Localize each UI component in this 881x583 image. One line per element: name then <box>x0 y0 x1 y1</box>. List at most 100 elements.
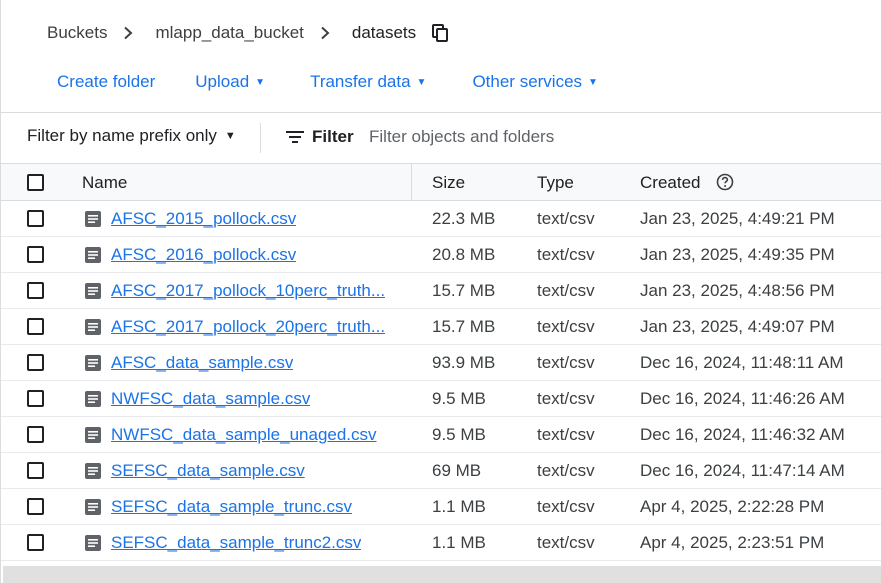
file-name-link[interactable]: AFSC_2017_pollock_10perc_truth... <box>111 281 385 301</box>
row-checkbox[interactable] <box>27 282 44 299</box>
copy-icon[interactable] <box>432 24 449 42</box>
file-size: 1.1 MB <box>432 497 486 516</box>
table-row: AFSC_2015_pollock.csv 22.3 MB text/csv Jan … <box>1 201 881 237</box>
row-checkbox[interactable] <box>27 426 44 443</box>
file-type: text/csv <box>537 317 595 336</box>
file-type: text/csv <box>537 497 595 516</box>
file-type: text/csv <box>537 533 595 552</box>
row-checkbox[interactable] <box>27 534 44 551</box>
create-folder-label: Create folder <box>57 72 156 91</box>
row-checkbox[interactable] <box>27 246 44 263</box>
file-name-link[interactable]: AFSC_2017_pollock_20perc_truth... <box>111 317 385 337</box>
breadcrumb-bucket[interactable]: mlapp_data_bucket <box>155 23 303 43</box>
file-icon <box>84 426 102 444</box>
table-row: NWFSC_data_sample.csv 9.5 MB text/csv Dec 1… <box>1 381 881 417</box>
table-header: Name Size Type Created <box>1 163 881 201</box>
file-type: text/csv <box>537 281 595 300</box>
transfer-data-label: Transfer data <box>310 72 411 91</box>
table-row: AFSC_data_sample.csv 93.9 MB text/csv Dec 1… <box>1 345 881 381</box>
file-size: 93.9 MB <box>432 353 496 372</box>
file-type: text/csv <box>537 245 595 264</box>
filter-bar: Filter by name prefix only ▼ Filter <box>1 113 881 163</box>
file-name-link[interactable]: NWFSC_data_sample.csv <box>111 389 310 409</box>
file-size: 9.5 MB <box>432 425 486 444</box>
file-created: Jan 23, 2025, 4:48:56 PM <box>640 281 835 300</box>
file-size: 20.8 MB <box>432 245 496 264</box>
file-created: Dec 16, 2024, 11:46:26 AM <box>640 389 845 408</box>
file-created: Dec 16, 2024, 11:48:11 AM <box>640 353 844 372</box>
caret-down-icon: ▼ <box>588 76 598 88</box>
upload-button[interactable]: Upload ▼ <box>195 72 265 92</box>
action-bar: Create folder Upload ▼ Transfer data ▼ O… <box>57 70 598 94</box>
prefix-filter-label: Filter by name prefix only <box>27 126 217 145</box>
filter-label: Filter <box>312 127 354 146</box>
select-all-checkbox[interactable] <box>27 174 44 191</box>
upload-label: Upload <box>195 72 250 91</box>
file-name-link[interactable]: SEFSC_data_sample.csv <box>111 461 305 481</box>
file-icon <box>84 498 102 516</box>
dropdown-arrow-icon: ▼ <box>224 130 236 142</box>
file-name-link[interactable]: NWFSC_data_sample_unaged.csv <box>111 425 377 445</box>
column-header-name[interactable]: Name <box>82 173 127 193</box>
file-icon <box>84 318 102 336</box>
file-size: 9.5 MB <box>432 389 486 408</box>
create-folder-button[interactable]: Create folder <box>57 72 155 92</box>
file-created: Dec 16, 2024, 11:47:14 AM <box>640 461 845 480</box>
file-type: text/csv <box>537 389 595 408</box>
breadcrumb-separator-icon <box>123 26 133 40</box>
file-created: Jan 23, 2025, 4:49:35 PM <box>640 245 835 264</box>
row-checkbox[interactable] <box>27 210 44 227</box>
file-icon <box>84 462 102 480</box>
file-name-link[interactable]: AFSC_2015_pollock.csv <box>111 209 296 229</box>
breadcrumb-current: datasets <box>351 23 417 42</box>
row-checkbox[interactable] <box>27 390 44 407</box>
filter-separator <box>260 123 261 153</box>
file-size: 1.1 MB <box>432 533 486 552</box>
file-created: Dec 16, 2024, 11:46:32 AM <box>640 425 845 444</box>
column-header-size[interactable]: Size <box>432 173 465 193</box>
file-created: Apr 4, 2025, 2:23:51 PM <box>640 533 825 552</box>
breadcrumb-buckets[interactable]: Buckets <box>47 23 107 43</box>
horizontal-scrollbar[interactable] <box>3 566 881 583</box>
column-header-created[interactable]: Created <box>640 173 700 193</box>
file-type: text/csv <box>537 461 595 480</box>
file-size: 15.7 MB <box>432 281 496 300</box>
file-name-link[interactable]: AFSC_data_sample.csv <box>111 353 293 373</box>
table-row: SEFSC_data_sample_trunc2.csv 1.1 MB text/c… <box>1 525 881 561</box>
column-separator[interactable] <box>411 164 412 200</box>
table-row: AFSC_2017_pollock_20perc_truth... 15.7 MB… <box>1 309 881 345</box>
row-checkbox[interactable] <box>27 462 44 479</box>
file-icon <box>84 282 102 300</box>
file-name-link[interactable]: SEFSC_data_sample_trunc.csv <box>111 497 352 517</box>
column-header-type[interactable]: Type <box>537 173 574 193</box>
filter-icon[interactable] <box>286 130 304 149</box>
breadcrumb: Buckets mlapp_data_bucket datasets <box>47 20 449 46</box>
file-created: Apr 4, 2025, 2:22:28 PM <box>640 497 825 516</box>
file-icon <box>84 246 102 264</box>
other-services-button[interactable]: Other services ▼ <box>472 72 598 92</box>
objects-table: Name Size Type Created AFSC_2015_pollock… <box>1 163 881 561</box>
other-services-label: Other services <box>472 72 583 91</box>
file-name-link[interactable]: SEFSC_data_sample_trunc2.csv <box>111 533 361 553</box>
file-icon <box>84 354 102 372</box>
help-icon[interactable] <box>716 173 734 196</box>
file-size: 22.3 MB <box>432 209 496 228</box>
filter-input[interactable] <box>369 125 869 149</box>
row-checkbox[interactable] <box>27 354 44 371</box>
file-type: text/csv <box>537 209 595 228</box>
row-checkbox[interactable] <box>27 498 44 515</box>
prefix-filter-dropdown[interactable]: Filter by name prefix only ▼ <box>27 126 236 146</box>
file-type: text/csv <box>537 425 595 444</box>
row-checkbox[interactable] <box>27 318 44 335</box>
table-row: AFSC_2016_pollock.csv 20.8 MB text/csv Jan … <box>1 237 881 273</box>
table-row: NWFSC_data_sample_unaged.csv 9.5 MB text/c… <box>1 417 881 453</box>
table-row: AFSC_2017_pollock_10perc_truth... 15.7 MB… <box>1 273 881 309</box>
file-size: 15.7 MB <box>432 317 496 336</box>
file-icon <box>84 534 102 552</box>
transfer-data-button[interactable]: Transfer data ▼ <box>310 72 426 92</box>
file-size: 69 MB <box>432 461 482 480</box>
file-name-link[interactable]: AFSC_2016_pollock.csv <box>111 245 296 265</box>
file-created: Jan 23, 2025, 4:49:21 PM <box>640 209 835 228</box>
breadcrumb-separator-icon <box>320 26 330 40</box>
table-row: SEFSC_data_sample.csv 69 MB text/csv Dec 16… <box>1 453 881 489</box>
